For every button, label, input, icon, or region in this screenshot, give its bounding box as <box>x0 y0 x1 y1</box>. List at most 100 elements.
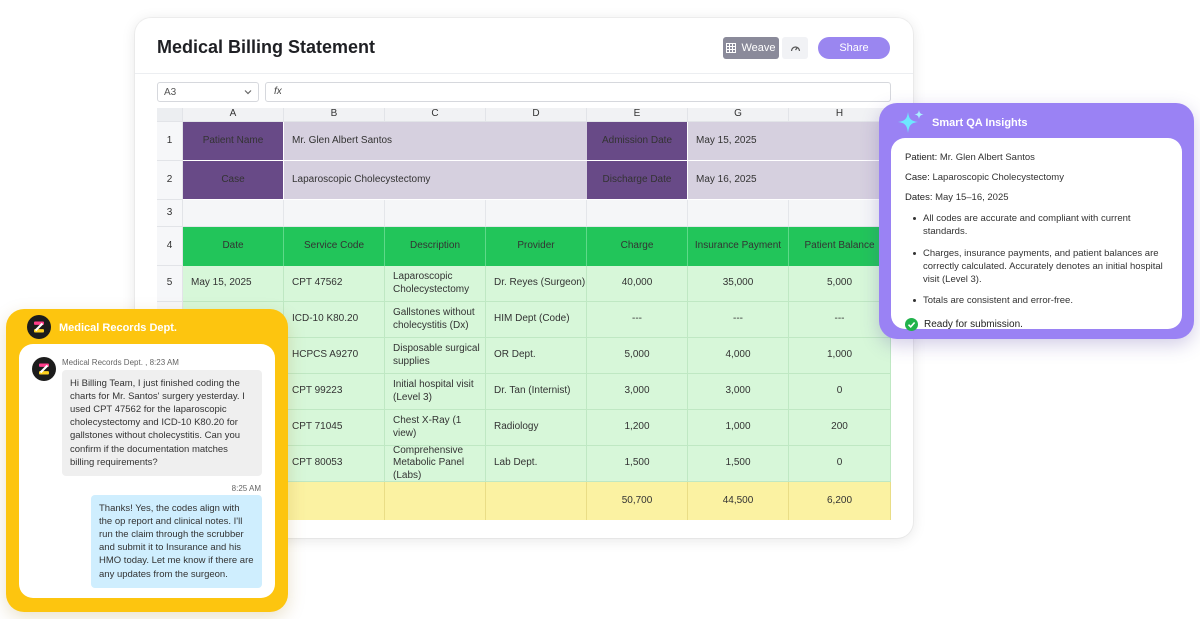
total-blank[interactable] <box>284 482 385 520</box>
cell-charge[interactable]: 1,500 <box>587 446 688 482</box>
share-button[interactable]: Share <box>818 37 890 59</box>
qa-findings-list: All codes are accurate and compliant wit… <box>905 212 1168 308</box>
column-header-e[interactable]: E <box>587 108 688 122</box>
cell-balance[interactable]: 0 <box>789 374 891 410</box>
row-header-1[interactable]: 1 <box>157 122 183 161</box>
blank-cell[interactable] <box>284 200 385 227</box>
qa-ready-text: Ready for submission. <box>924 318 1023 330</box>
cell-description[interactable]: Chest X-Ray (1 view) <box>385 410 486 446</box>
header-date[interactable]: Date <box>183 227 284 266</box>
cell-balance[interactable]: 200 <box>789 410 891 446</box>
admission-date-label[interactable]: Admission Date <box>587 122 688 161</box>
grid-icon <box>726 43 737 53</box>
outgoing-message: Thanks! Yes, the codes align with the op… <box>91 495 262 588</box>
blank-cell[interactable] <box>486 200 587 227</box>
cell-service-code[interactable]: HCPCS A9270 <box>284 338 385 374</box>
weave-button[interactable]: Weave <box>723 37 779 59</box>
cell-description[interactable]: Disposable surgical supplies <box>385 338 486 374</box>
blank-cell[interactable] <box>789 200 891 227</box>
cell-service-code[interactable]: ICD-10 K80.20 <box>284 302 385 338</box>
chat-conversation[interactable]: Medical Records Dept. , 8:23 AM Hi Billi… <box>19 344 275 598</box>
row-header-2[interactable]: 2 <box>157 161 183 200</box>
total-insurance[interactable]: 44,500 <box>688 482 789 520</box>
cell-reference-box[interactable]: A3 <box>157 82 259 102</box>
header-provider[interactable]: Provider <box>486 227 587 266</box>
header-insurance-payment[interactable]: Insurance Payment <box>688 227 789 266</box>
cell-provider[interactable]: Dr. Reyes (Surgeon) <box>486 266 587 302</box>
cell-provider[interactable]: Radiology <box>486 410 587 446</box>
blank-cell[interactable] <box>385 200 486 227</box>
gauge-button[interactable] <box>782 37 808 59</box>
total-blank[interactable] <box>385 482 486 520</box>
cell-charge[interactable]: 5,000 <box>587 338 688 374</box>
cell-charge[interactable]: 3,000 <box>587 374 688 410</box>
cell-balance[interactable]: --- <box>789 302 891 338</box>
cell-provider[interactable]: HIM Dept (Code) <box>486 302 587 338</box>
cell-description[interactable]: Laparoscopic Cholecystectomy <box>385 266 486 302</box>
cell-insurance[interactable]: 1,500 <box>688 446 789 482</box>
qa-case-key: Case: <box>905 172 930 183</box>
cell-insurance[interactable]: --- <box>688 302 789 338</box>
qa-dates-value: May 15–16, 2025 <box>935 192 1009 203</box>
cell-charge[interactable]: 40,000 <box>587 266 688 302</box>
column-header-g[interactable]: G <box>688 108 789 122</box>
discharge-date-value[interactable]: May 16, 2025 <box>688 161 891 200</box>
header-charge[interactable]: Charge <box>587 227 688 266</box>
column-header-c[interactable]: C <box>385 108 486 122</box>
cell-insurance[interactable]: 35,000 <box>688 266 789 302</box>
blank-cell[interactable] <box>587 200 688 227</box>
column-header-b[interactable]: B <box>284 108 385 122</box>
header-patient-balance[interactable]: Patient Balance <box>789 227 891 266</box>
column-header-d[interactable]: D <box>486 108 587 122</box>
cell-description[interactable]: Initial hospital visit (Level 3) <box>385 374 486 410</box>
formula-bar[interactable]: fx <box>265 82 891 102</box>
cell-description[interactable]: Comprehensive Metabolic Panel (Labs) <box>385 446 486 482</box>
cell-service-code[interactable]: CPT 71045 <box>284 410 385 446</box>
cell-service-code[interactable]: CPT 80053 <box>284 446 385 482</box>
incoming-message-meta: Medical Records Dept. , 8:23 AM <box>62 358 179 367</box>
cell-description[interactable]: Gallstones without cholecystitis (Dx) <box>385 302 486 338</box>
patient-name-label[interactable]: Patient Name <box>183 122 284 161</box>
case-label[interactable]: Case <box>183 161 284 200</box>
cell-balance[interactable]: 0 <box>789 446 891 482</box>
chevron-down-icon <box>244 90 252 95</box>
chat-title: Medical Records Dept. <box>59 322 177 334</box>
header-description[interactable]: Description <box>385 227 486 266</box>
total-charge[interactable]: 50,700 <box>587 482 688 520</box>
admission-date-value[interactable]: May 15, 2025 <box>688 122 891 161</box>
dept-logo-icon <box>27 315 51 339</box>
cell-balance[interactable]: 1,000 <box>789 338 891 374</box>
row-header-3[interactable]: 3 <box>157 200 183 227</box>
qa-patient-value: Mr. Glen Albert Santos <box>939 152 1035 163</box>
cell-provider[interactable]: OR Dept. <box>486 338 587 374</box>
qa-title: Smart QA Insights <box>932 117 1028 129</box>
total-blank[interactable] <box>486 482 587 520</box>
cell-insurance[interactable]: 1,000 <box>688 410 789 446</box>
blank-cell[interactable] <box>688 200 789 227</box>
blank-cell[interactable] <box>183 200 284 227</box>
cell-provider[interactable]: Lab Dept. <box>486 446 587 482</box>
qa-case-line: Case: Laparoscopic Cholecystectomy <box>905 172 1168 183</box>
total-balance[interactable]: 6,200 <box>789 482 891 520</box>
row-header-4[interactable]: 4 <box>157 227 183 266</box>
qa-content: Patient: Mr. Glen Albert Santos Case: La… <box>891 138 1182 331</box>
qa-finding: Charges, insurance payments, and patient… <box>905 247 1168 287</box>
cell-insurance[interactable]: 3,000 <box>688 374 789 410</box>
cell-provider[interactable]: Dr. Tan (Internist) <box>486 374 587 410</box>
column-header-h[interactable]: H <box>789 108 891 122</box>
cell-charge[interactable]: --- <box>587 302 688 338</box>
discharge-date-label[interactable]: Discharge Date <box>587 161 688 200</box>
column-header-a[interactable]: A <box>183 108 284 122</box>
cell-insurance[interactable]: 4,000 <box>688 338 789 374</box>
grid-corner[interactable] <box>157 108 183 122</box>
header-service-code[interactable]: Service Code <box>284 227 385 266</box>
row-header-5[interactable]: 5 <box>157 266 183 302</box>
patient-name-value[interactable]: Mr. Glen Albert Santos <box>284 122 587 161</box>
case-value[interactable]: Laparoscopic Cholecystectomy <box>284 161 587 200</box>
cell-service-code[interactable]: CPT 47562 <box>284 266 385 302</box>
cell-date[interactable]: May 15, 2025 <box>183 266 284 302</box>
medical-records-chat: Medical Records Dept. Medical Records De… <box>6 309 288 612</box>
cell-balance[interactable]: 5,000 <box>789 266 891 302</box>
cell-service-code[interactable]: CPT 99223 <box>284 374 385 410</box>
cell-charge[interactable]: 1,200 <box>587 410 688 446</box>
